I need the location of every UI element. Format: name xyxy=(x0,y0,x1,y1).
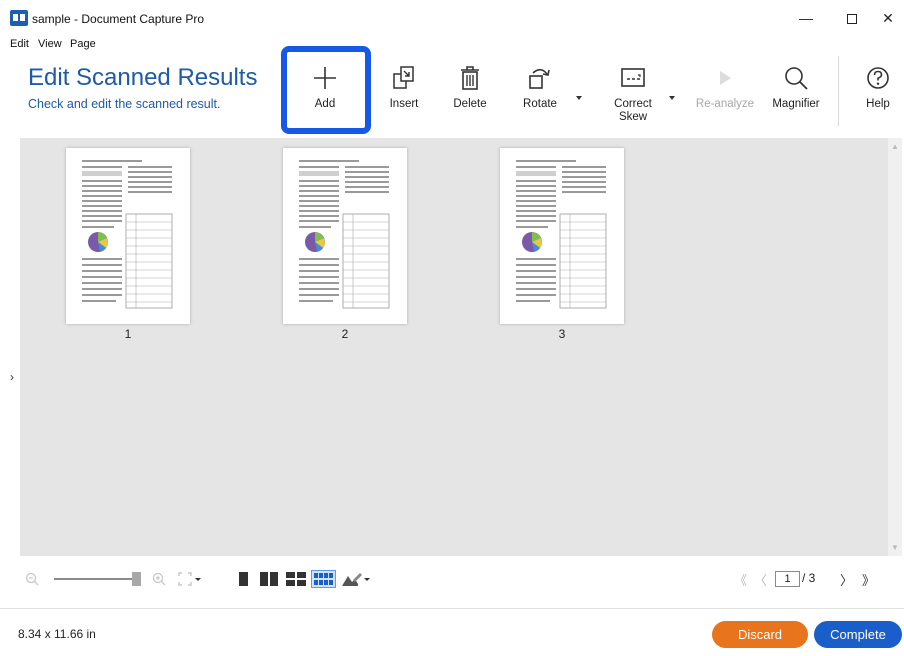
complete-button[interactable]: Complete xyxy=(814,621,902,648)
delete-label: Delete xyxy=(453,98,487,110)
last-page-button[interactable]: 》 xyxy=(862,570,875,589)
page-dimensions: 8.34 x 11.66 in xyxy=(18,627,96,641)
rotate-dropdown-icon[interactable] xyxy=(576,96,582,100)
help-label: Help xyxy=(866,98,890,110)
zoom-slider-handle[interactable] xyxy=(132,572,141,586)
view-two-page-button[interactable] xyxy=(258,570,280,588)
maximize-icon xyxy=(847,14,857,25)
delete-button[interactable]: Delete xyxy=(442,58,498,130)
previous-page-button[interactable]: 〈 xyxy=(754,570,767,589)
vertical-scrollbar[interactable]: ▲ ▼ xyxy=(888,138,902,556)
fit-page-icon[interactable] xyxy=(178,572,201,586)
play-icon xyxy=(690,58,760,98)
add-highlight-frame xyxy=(281,46,371,134)
reanalyze-label: Re-analyze xyxy=(695,98,755,110)
menu-page[interactable]: Page xyxy=(70,38,96,50)
edit-annotation-icon[interactable] xyxy=(340,570,370,588)
page-thumbnail[interactable] xyxy=(283,148,407,324)
scroll-up-icon[interactable]: ▲ xyxy=(891,142,899,151)
document-preview-icon xyxy=(299,160,390,309)
view-grid-button[interactable] xyxy=(284,570,308,588)
magnifier-icon xyxy=(766,58,826,98)
help-icon xyxy=(852,58,904,98)
page-title: Edit Scanned Results xyxy=(28,64,258,91)
page-thumbnail[interactable] xyxy=(500,148,624,324)
menu-view[interactable]: View xyxy=(38,38,62,50)
reanalyze-button[interactable]: Re-analyze xyxy=(690,58,760,130)
page-thumbnail[interactable] xyxy=(66,148,190,324)
document-preview-icon xyxy=(82,160,173,309)
window-title: sample - Document Capture Pro xyxy=(32,12,205,26)
insert-label: Insert xyxy=(389,98,419,110)
title-bar: sample - Document Capture Pro — ✕ xyxy=(0,0,904,36)
document-preview-icon xyxy=(516,160,607,309)
correct-skew-button[interactable]: Correct Skew xyxy=(598,58,668,130)
page-number-label: 2 xyxy=(341,327,349,341)
zoom-in-icon[interactable] xyxy=(152,572,166,589)
maximize-button[interactable] xyxy=(836,6,868,30)
zoom-slider-track[interactable] xyxy=(54,578,136,580)
magnifier-button[interactable]: Magnifier xyxy=(766,58,826,130)
minimize-button[interactable]: — xyxy=(790,6,822,30)
correct-skew-label: Correct Skew xyxy=(614,98,652,123)
trash-icon xyxy=(442,58,498,98)
page-subtitle: Check and edit the scanned result. xyxy=(28,97,221,111)
rotate-button[interactable]: Rotate xyxy=(512,58,568,130)
help-button[interactable]: Help xyxy=(852,58,904,130)
zoom-out-icon[interactable] xyxy=(25,572,39,589)
scroll-down-icon[interactable]: ▼ xyxy=(891,543,899,552)
page-number-input[interactable]: 1 xyxy=(775,571,800,587)
correct-skew-icon xyxy=(598,58,668,98)
left-panel-strip xyxy=(0,138,10,608)
menu-edit[interactable]: Edit xyxy=(10,38,29,50)
close-button[interactable]: ✕ xyxy=(872,6,904,30)
first-page-button[interactable]: 《 xyxy=(734,570,747,589)
toolbar-divider xyxy=(838,56,839,126)
view-single-page-button[interactable] xyxy=(236,570,250,588)
page-total: / 3 xyxy=(802,571,816,585)
next-page-button[interactable]: 〉 xyxy=(840,570,853,589)
discard-button[interactable]: Discard xyxy=(712,621,808,648)
insert-button[interactable]: Insert xyxy=(376,58,432,130)
insert-page-icon xyxy=(376,58,432,98)
app-logo-icon xyxy=(10,10,28,26)
rotate-icon xyxy=(512,58,568,98)
magnifier-label: Magnifier xyxy=(772,98,820,110)
expand-panel-chevron-icon[interactable]: › xyxy=(10,370,14,384)
view-thumbnail-grid-button[interactable] xyxy=(311,570,336,588)
correct-skew-dropdown-icon[interactable] xyxy=(669,96,675,100)
rotate-label: Rotate xyxy=(523,98,557,110)
page-number-label: 3 xyxy=(558,327,566,341)
page-number-label: 1 xyxy=(124,327,132,341)
